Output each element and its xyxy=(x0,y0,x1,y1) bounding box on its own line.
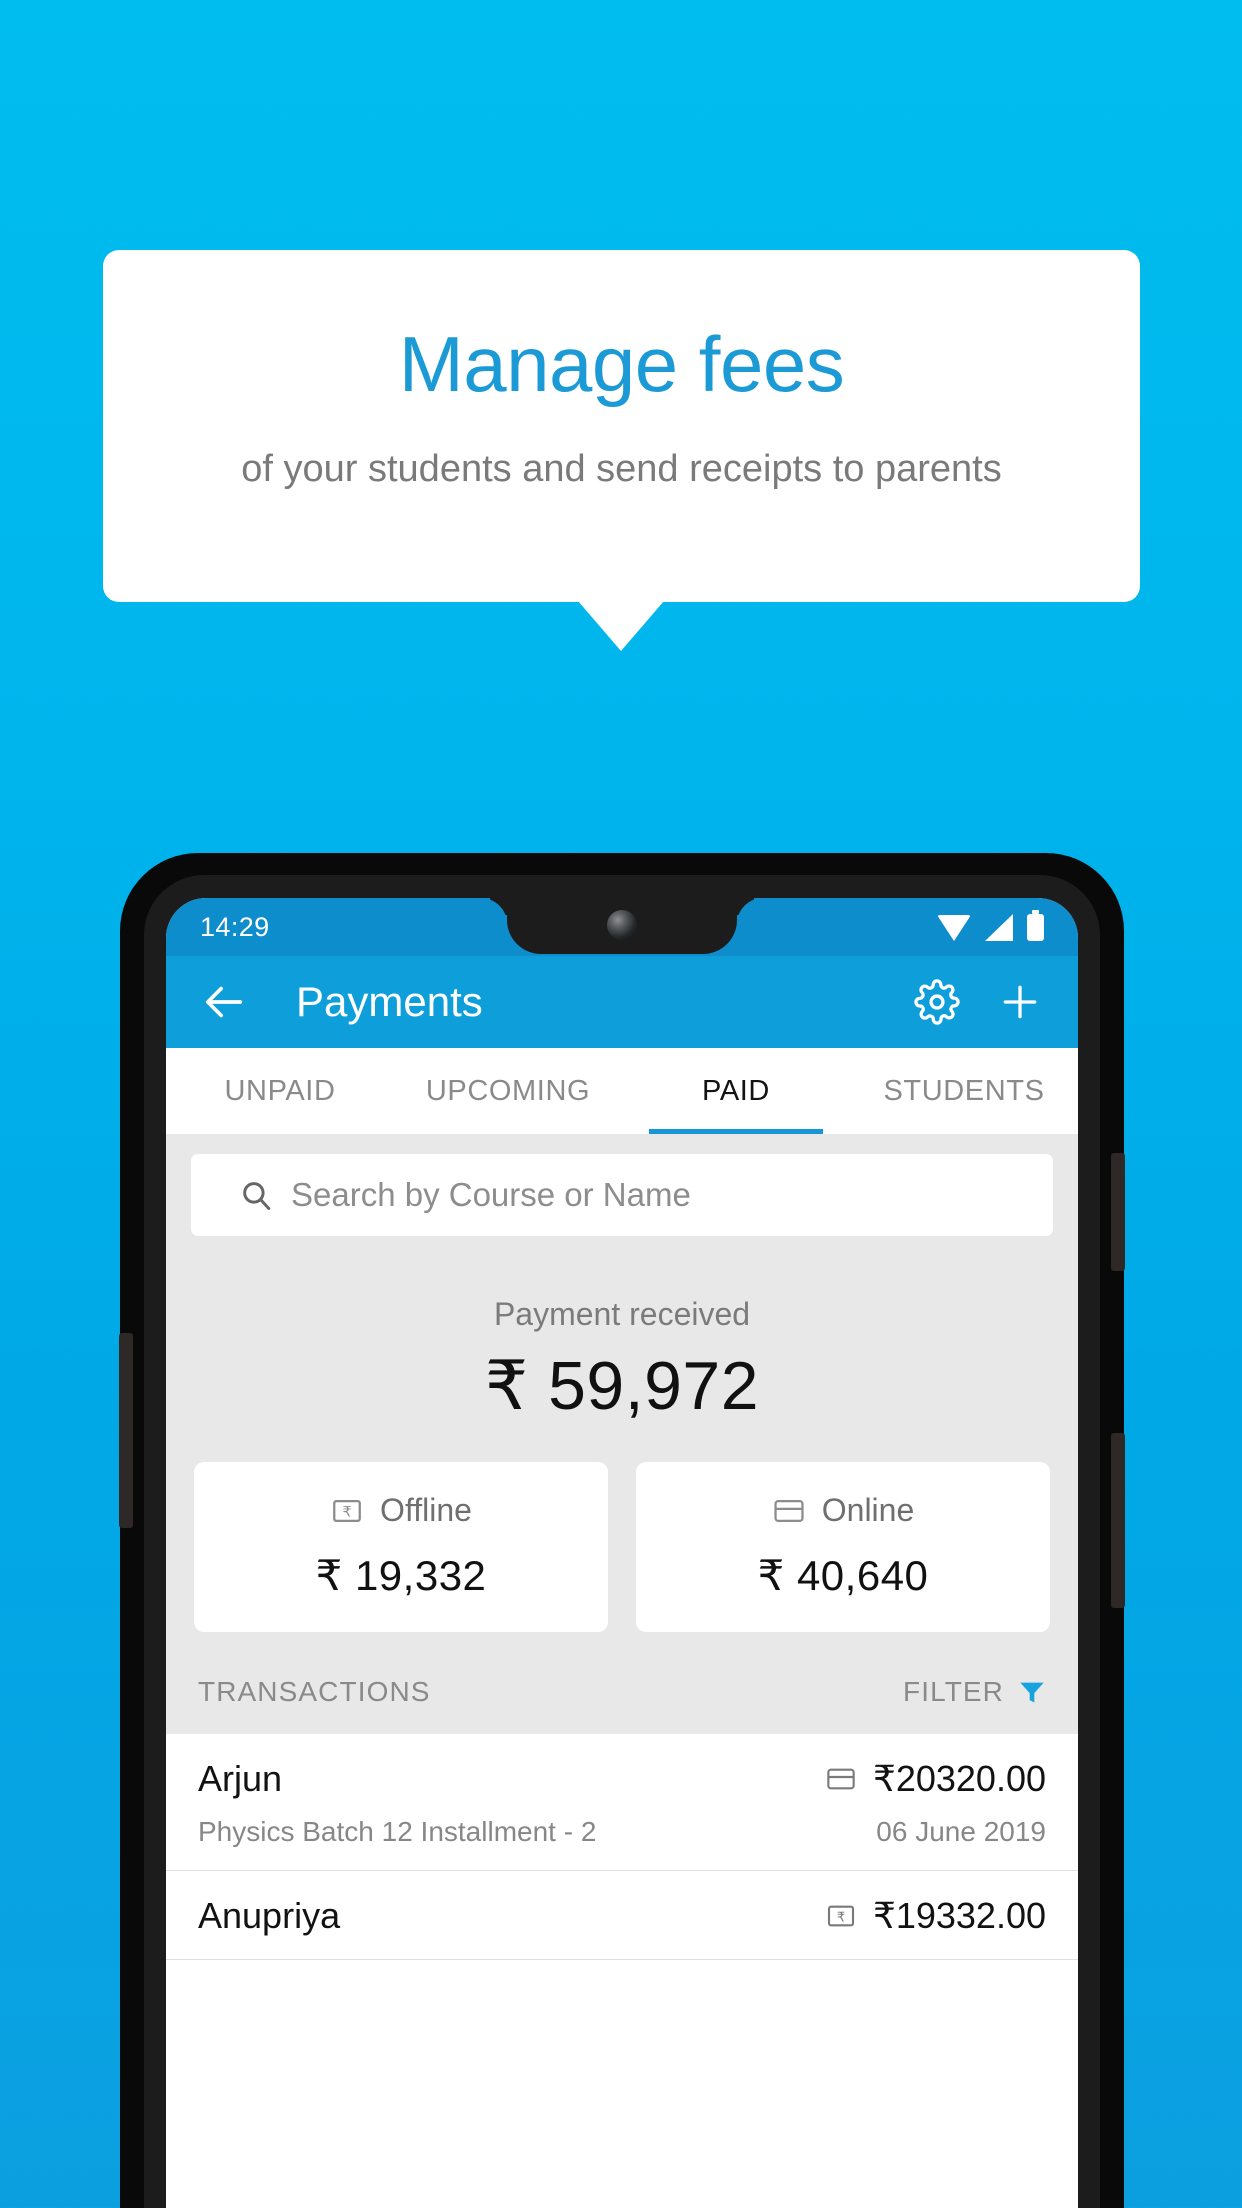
status-bar: 14:29 xyxy=(166,898,1078,956)
phone-power-button[interactable] xyxy=(1111,1153,1125,1271)
transaction-amount: ₹19332.00 xyxy=(872,1895,1046,1936)
online-card-label: Online xyxy=(821,1492,915,1528)
tab-paid[interactable]: PAID xyxy=(622,1048,850,1134)
callout-tail xyxy=(578,601,664,651)
page-title: Manage fees xyxy=(398,320,845,408)
promo-subtitle: of your students and send receipts to pa… xyxy=(241,448,1002,490)
transaction-name: Anupriya xyxy=(198,1895,341,1936)
credit-card-icon xyxy=(774,1499,804,1522)
credit-card-icon xyxy=(827,1768,855,1790)
transaction-description: Physics Batch 12 Installment - 2 xyxy=(198,1816,597,1847)
cash-note-icon: ₹ xyxy=(333,1499,361,1522)
transactions-header: TRANSACTIONS FILTER xyxy=(166,1632,1078,1734)
offline-card[interactable]: ₹ Offline ₹ 19,332 xyxy=(194,1462,608,1632)
tab-unpaid[interactable]: UNPAID xyxy=(166,1048,394,1134)
status-icons xyxy=(937,909,1044,941)
phone-mockup: 14:29 Payments UNPAID UPCOMING PAID STUD… xyxy=(119,853,1125,2208)
back-arrow-icon[interactable] xyxy=(202,979,248,1025)
search-placeholder: Search by Course or Name xyxy=(291,1176,691,1213)
tab-upcoming[interactable]: UPCOMING xyxy=(394,1048,622,1134)
transaction-amount: ₹20320.00 xyxy=(872,1758,1046,1799)
promo-callout: Manage fees of your students and send re… xyxy=(103,250,1140,602)
offline-card-amount: ₹ 19,332 xyxy=(315,1552,487,1599)
phone-volume-button[interactable] xyxy=(1111,1433,1125,1608)
signal-icon xyxy=(985,913,1013,941)
search-container: Search by Course or Name xyxy=(166,1134,1078,1258)
summary-label: Payment received xyxy=(493,1296,751,1332)
svg-text:₹: ₹ xyxy=(837,1910,845,1925)
offline-card-head: ₹ Offline xyxy=(194,1492,608,1529)
phone-screen: 14:29 Payments UNPAID UPCOMING PAID STUD… xyxy=(166,898,1078,2208)
table-row[interactable]: Anupriya ₹ ₹19332.00 xyxy=(166,1871,1078,1960)
filter-label: FILTER xyxy=(903,1676,1004,1707)
status-time: 14:29 xyxy=(200,911,270,942)
search-input[interactable]: Search by Course or Name xyxy=(191,1154,1053,1236)
plus-icon[interactable] xyxy=(998,980,1042,1024)
cash-note-icon: ₹ xyxy=(827,1905,855,1927)
payment-summary: Payment received ₹ 59,972 xyxy=(166,1258,1078,1426)
filter-button[interactable]: FILTER xyxy=(903,1676,1046,1708)
tab-bar: UNPAID UPCOMING PAID STUDENTS xyxy=(166,1048,1078,1134)
svg-text:₹: ₹ xyxy=(343,1504,352,1520)
phone-notch xyxy=(507,898,737,954)
wifi-icon xyxy=(937,914,971,941)
transaction-date: 06 June 2019 xyxy=(876,1816,1046,1847)
table-row[interactable]: Arjun ₹20320.00 Physics Batch 12 Install… xyxy=(166,1734,1078,1871)
gear-icon[interactable] xyxy=(914,979,998,1025)
funnel-icon xyxy=(1020,1682,1044,1703)
phone-left-button[interactable] xyxy=(119,1333,133,1528)
tab-students[interactable]: STUDENTS xyxy=(850,1048,1078,1134)
method-cards: ₹ Offline ₹ 19,332 Online ₹ 40,640 xyxy=(166,1426,1078,1632)
app-bar-title: Payments xyxy=(296,978,483,1025)
battery-icon xyxy=(1027,909,1044,941)
transactions-title: TRANSACTIONS xyxy=(198,1676,431,1707)
transaction-name: Arjun xyxy=(198,1758,283,1799)
app-bar: Payments xyxy=(166,956,1078,1048)
transactions-list: Arjun ₹20320.00 Physics Batch 12 Install… xyxy=(166,1734,1078,1960)
front-camera-icon xyxy=(607,910,637,940)
summary-amount: ₹ 59,972 xyxy=(484,1348,760,1424)
search-icon xyxy=(243,1182,271,1210)
content-area: Search by Course or Name Payment receive… xyxy=(166,1134,1078,1960)
offline-card-label: Offline xyxy=(380,1492,472,1528)
online-card-head: Online xyxy=(636,1492,1050,1529)
online-card-amount: ₹ 40,640 xyxy=(757,1552,929,1599)
online-card[interactable]: Online ₹ 40,640 xyxy=(636,1462,1050,1632)
